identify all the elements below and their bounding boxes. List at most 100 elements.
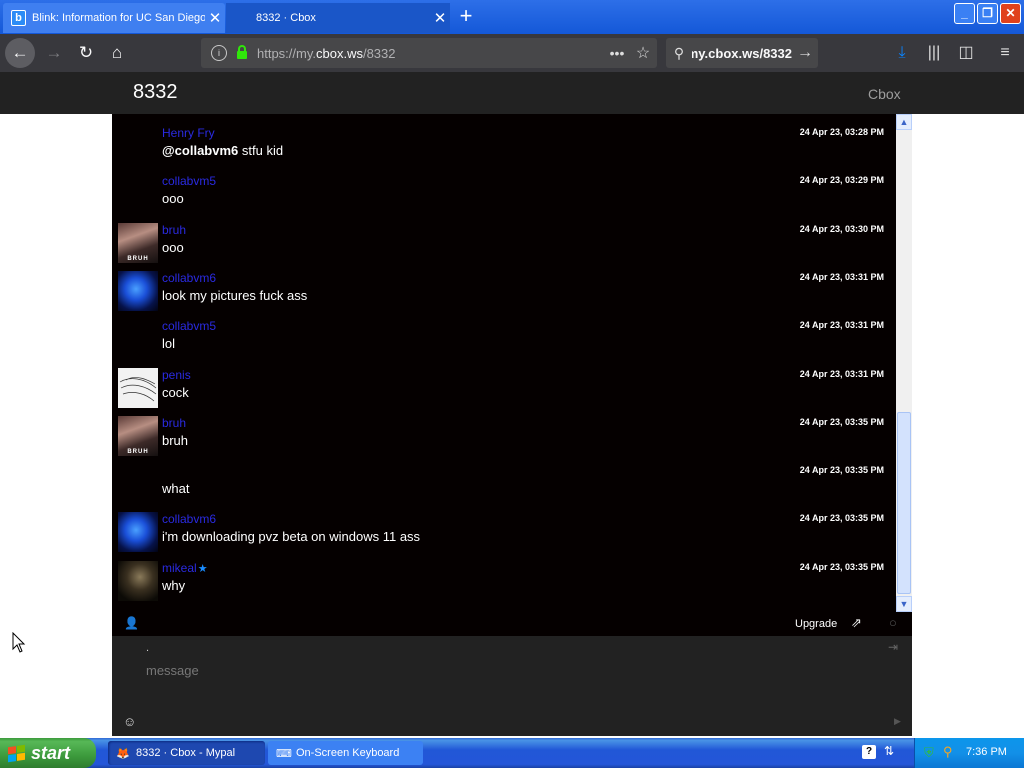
user-icon[interactable]: 👤 [124,616,139,630]
tab-blink[interactable]: b Blink: Information for UC San Diego ✕ [3,3,225,33]
username[interactable]: collabvm6 [162,512,216,526]
username[interactable]: collabvm6 [162,271,216,285]
username[interactable]: collabvm5 [162,174,216,188]
message-row: Henry Fry @collabvm6 stfu kid 24 Apr 23, 0… [112,114,896,162]
mypal-app-icon: 🦊 [116,748,130,760]
username[interactable]: penis [162,368,191,382]
message-list: Henry Fry @collabvm6 stfu kid 24 Apr 23, 0… [112,114,896,612]
url-text[interactable]: https://my.cbox.ws/8332 [257,46,605,61]
new-tab-button[interactable]: + [455,4,477,28]
mention[interactable]: @collabvm6 [162,143,238,158]
message-text: @collabvm6 stfu kid [162,143,284,158]
username[interactable]: bruh [162,223,186,237]
message-text: ooo [162,240,184,255]
menu-button[interactable]: ≡ [992,40,1018,66]
login-icon[interactable]: ⇥ [888,640,898,654]
message-row: penis cock 24 Apr 23, 03:31 PM [112,356,896,408]
timestamp: 24 Apr 23, 03:31 PM [799,369,884,379]
info-icon[interactable]: i [211,45,227,61]
start-button[interactable]: start [0,738,96,768]
network-icon[interactable]: ⇅ [884,744,894,758]
timestamp: 24 Apr 23, 03:31 PM [799,272,884,282]
close-window-button[interactable]: ✕ [1000,3,1021,24]
reload-button[interactable]: ↻ [72,40,100,66]
tab-title: 8332 · Cbox [256,12,316,24]
avatar[interactable] [118,368,158,408]
popout-icon[interactable]: ⇗ [851,615,862,631]
minimize-button[interactable]: _ [954,3,975,24]
tab-cbox[interactable]: 8332 · Cbox ✕ [226,3,450,33]
search-bar[interactable]: ⚲ my.cbox.ws/8332 → [666,38,818,68]
message-row: BRUH bruh ooo 24 Apr 23, 03:30 PM [112,211,896,263]
timestamp: 24 Apr 23, 03:35 PM [799,417,884,427]
library-button[interactable]: ||| [921,40,947,66]
chat-toolbar: 👤 Upgrade ⇗ ○ [112,612,912,636]
search-input[interactable]: my.cbox.ws/8332 [692,46,792,61]
sidebar-button[interactable]: ◫ [953,40,979,66]
scroll-down-icon[interactable]: ▼ [896,596,912,612]
username[interactable]: bruh [162,416,186,430]
username[interactable]: collabvm5 [162,319,216,333]
upgrade-link[interactable]: Upgrade [795,618,837,630]
taskbar: start 🦊 8332 · Cbox - Mypal ⌨ On-Screen … [0,738,1024,768]
lock-icon[interactable] [237,45,247,59]
start-label: start [31,742,71,763]
maximize-button[interactable]: ❐ [977,3,998,24]
avatar[interactable] [118,561,158,601]
username[interactable]: mikeal★ [162,561,208,575]
help-icon[interactable]: ? [862,745,876,759]
scrollbar-thumb[interactable] [897,412,911,594]
close-tab-icon[interactable]: ✕ [205,9,225,27]
page-header: 8332 Cbox [0,72,1024,114]
clock: 7:36 PM [966,746,1007,758]
message-row: what 24 Apr 23, 03:35 PM [112,452,896,500]
emoji-icon[interactable]: ☺ [123,714,136,729]
search-tray-icon[interactable]: ⚲ [943,744,953,760]
forward-button[interactable]: → [40,40,68,66]
tab-title: Blink: Information for UC San Diego [32,12,205,24]
message-text: what [162,481,190,496]
go-arrow-icon[interactable]: → [792,44,818,62]
url-bar[interactable]: i https://my.cbox.ws/8332 ••• ☆ [201,38,657,68]
home-button[interactable]: ⌂ [103,40,131,66]
security-tray-icon[interactable]: ⛨ [924,745,934,761]
taskbar-item-osk[interactable]: ⌨ On-Screen Keyboard [268,741,423,765]
scroll-up-icon[interactable]: ▲ [896,114,912,130]
timestamp: 24 Apr 23, 03:31 PM [799,320,884,330]
navigation-toolbar: ← → ↻ ⌂ i https://my.cbox.ws/8332 ••• ☆ … [0,34,1024,72]
star-badge-icon: ★ [197,563,208,575]
message-text: cock [162,385,189,400]
message-row: collabvm5 ooo 24 Apr 23, 03:29 PM [112,162,896,210]
chat-input-area: . ⇥ ☺ ▶ [112,636,912,736]
send-icon[interactable]: ▶ [894,716,901,727]
arrow-right-icon: → [45,43,63,62]
name-field[interactable]: . [146,642,149,654]
timestamp: 24 Apr 23, 03:35 PM [799,562,884,572]
message-input[interactable] [146,660,846,680]
hamburger-icon: ≡ [1000,44,1010,61]
taskbar-item-label: 8332 · Cbox - Mypal [136,747,236,759]
avatar[interactable]: BRUH [118,223,158,263]
page-actions-icon[interactable]: ••• [605,45,629,61]
avatar[interactable] [118,271,158,311]
message-text: why [162,578,186,593]
close-tab-icon[interactable]: ✕ [430,9,450,27]
avatar[interactable]: BRUH [118,416,158,456]
message-text: ooo [162,191,184,206]
message-row: collabvm6 look my pictures fuck ass 24 Apr… [112,259,896,311]
keyboard-icon: ⌨ [276,748,292,760]
library-icon: ||| [927,44,941,61]
timestamp: 24 Apr 23, 03:29 PM [799,175,884,185]
taskbar-item-mypal[interactable]: 🦊 8332 · Cbox - Mypal [108,741,265,765]
bookmark-star-icon[interactable]: ☆ [629,43,657,63]
back-button[interactable]: ← [5,38,35,68]
refresh-icon[interactable]: ○ [889,615,897,630]
timestamp: 24 Apr 23, 03:35 PM [799,513,884,523]
download-button[interactable]: ⤓ [889,40,915,66]
cbox-brand-link[interactable]: Cbox [868,86,901,102]
avatar[interactable] [118,512,158,552]
home-icon: ⌂ [111,43,123,62]
username[interactable]: Henry Fry [162,126,215,140]
message-text: look my pictures fuck ass [162,288,308,303]
scrollbar[interactable]: ▲ ▼ [896,114,912,612]
